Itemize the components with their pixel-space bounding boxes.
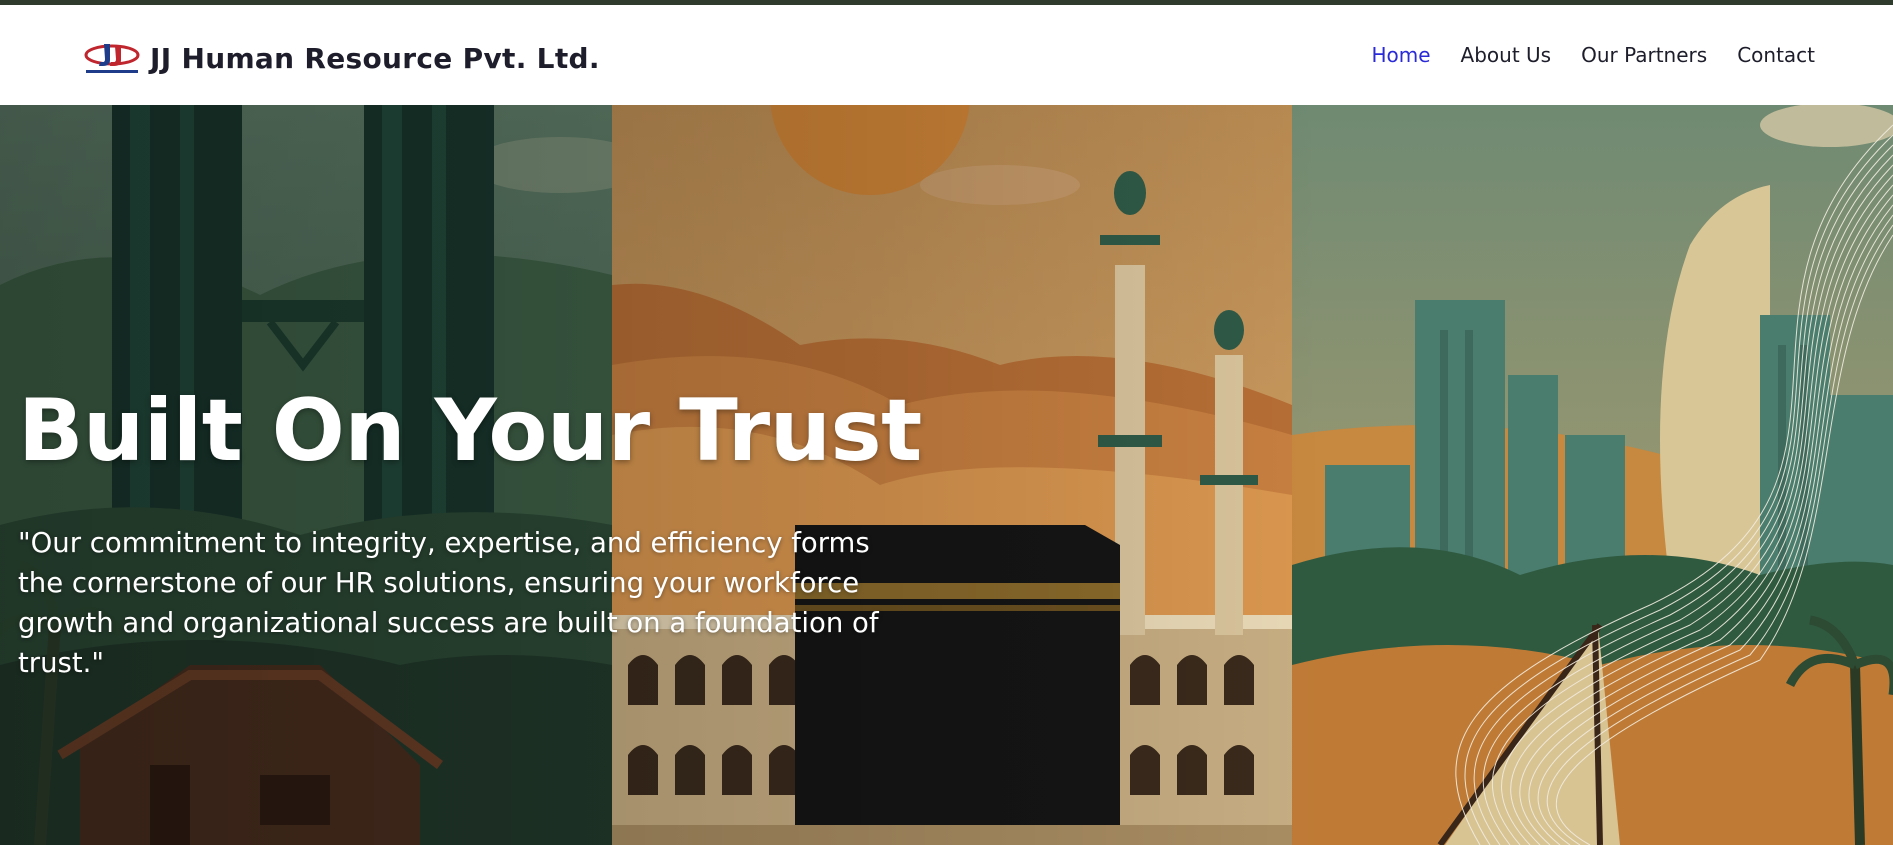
nav-item-about-us[interactable]: About Us — [1461, 43, 1552, 67]
hero-tagline: "Our commitment to integrity, expertise,… — [18, 527, 879, 679]
brand-name: JJ Human Resource Pvt. Ltd. — [150, 41, 600, 75]
main-nav: Home About Us Our Partners Contact — [1341, 43, 1815, 67]
navbar: JJ Human Resource Pvt. Ltd. Home About U… — [0, 5, 1893, 105]
nav-item-home[interactable]: Home — [1371, 43, 1430, 67]
brand[interactable]: JJ Human Resource Pvt. Ltd. — [84, 37, 600, 79]
hero-title: Built On Your Trust — [18, 381, 922, 481]
jj-logo-icon — [84, 40, 140, 76]
hero-banner: Built On Your Trust "Our commitment to i… — [0, 105, 1893, 845]
nav-item-contact[interactable]: Contact — [1737, 43, 1815, 67]
nav-item-our-partners[interactable]: Our Partners — [1581, 43, 1707, 67]
